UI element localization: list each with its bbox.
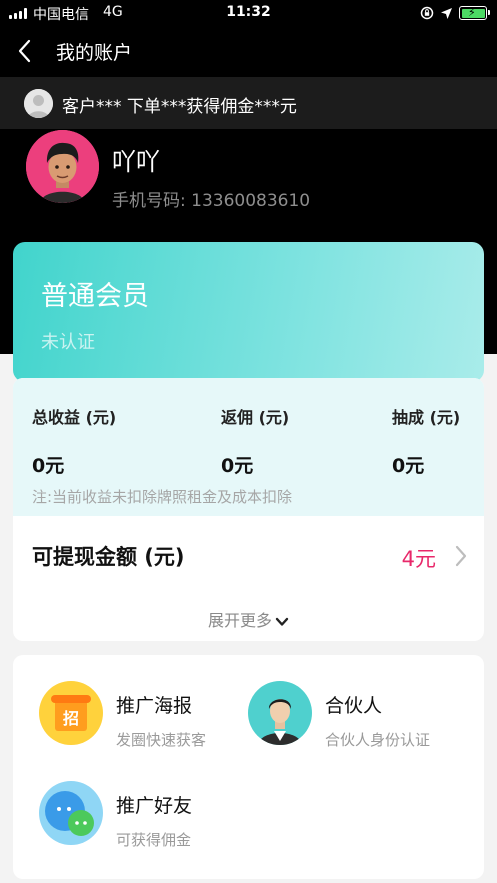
notice-avatar <box>24 89 53 118</box>
partner-icon <box>248 681 312 745</box>
commission-notice-bar: 客户*** 下单***获得佣金***元 <box>0 77 497 129</box>
total-earnings: 总收益 (元) 0元 <box>32 404 116 478</box>
membership-level: 普通会员 <box>41 281 149 312</box>
tool-subtitle: 可获得佣金 <box>116 831 192 849</box>
tool-title: 推广好友 <box>116 795 193 817</box>
tool-title: 推广海报 <box>116 695 193 717</box>
tool-subtitle: 合伙人身份认证 <box>325 731 431 749</box>
chevron-right-icon[interactable] <box>454 544 468 568</box>
expand-more-label: 展开更多 <box>207 611 272 630</box>
svg-text:招: 招 <box>63 709 79 728</box>
rebate-value: 0元 <box>221 455 254 477</box>
poster-icon: 招 <box>39 681 103 745</box>
page-title: 我的账户 <box>56 42 133 64</box>
status-bar: 中国电信 4G 11:32 ⚡ <box>0 0 497 26</box>
earnings-card: 总收益 (元) 0元 返佣 (元) 0元 抽成 (元) 0元 注:当前收益未扣除… <box>13 378 484 641</box>
rebate-label: 返佣 (元) <box>221 408 290 427</box>
commission-label: 抽成 (元) <box>392 408 461 427</box>
profile-phone: 手机号码: 13360083610 <box>112 191 311 211</box>
invite-friends-icon <box>39 781 103 845</box>
notice-text: 客户*** 下单***获得佣金***元 <box>62 97 297 117</box>
battery-icon: ⚡ <box>459 6 490 20</box>
tool-partner[interactable]: 合伙人 合伙人身份认证 <box>248 681 468 751</box>
rebate: 返佣 (元) 0元 <box>221 404 289 478</box>
tool-subtitle: 发圈快速获客 <box>116 731 207 749</box>
tool-promo-poster[interactable]: 招 推广海报 发圈快速获客 <box>39 681 239 751</box>
verification-status: 未认证 <box>41 332 95 353</box>
expand-more-button[interactable]: 展开更多 <box>13 607 484 631</box>
profile-name: 吖吖 <box>112 148 160 176</box>
commission-value: 0元 <box>392 455 425 477</box>
navigation-bar: 我的账户 <box>0 26 497 76</box>
back-arrow-icon[interactable] <box>14 38 36 64</box>
profile-avatar[interactable] <box>26 130 99 203</box>
orientation-lock-icon <box>420 6 434 20</box>
promotion-tools-card: 招 推广海报 发圈快速获客 合伙人 合伙人身份认证 推广好友 可获得佣金 <box>13 655 484 879</box>
earnings-note: 注:当前收益未扣除牌照租金及成本扣除 <box>32 488 293 506</box>
withdrawable-amount-label: 可提现金额 (元) <box>32 545 185 569</box>
total-earnings-value: 0元 <box>32 455 65 477</box>
tool-invite-friends[interactable]: 推广好友 可获得佣金 <box>39 781 239 851</box>
membership-card[interactable]: 普通会员 未认证 <box>13 242 484 382</box>
earnings-summary: 总收益 (元) 0元 返佣 (元) 0元 抽成 (元) 0元 注:当前收益未扣除… <box>13 378 484 516</box>
chevron-down-icon <box>275 617 289 626</box>
status-icons: ⚡ <box>420 5 490 21</box>
tool-title: 合伙人 <box>325 695 383 717</box>
total-earnings-label: 总收益 (元) <box>32 408 117 427</box>
withdrawable-amount-value: 4元 <box>401 547 436 571</box>
commission: 抽成 (元) 0元 <box>392 404 460 478</box>
location-icon <box>441 7 452 19</box>
